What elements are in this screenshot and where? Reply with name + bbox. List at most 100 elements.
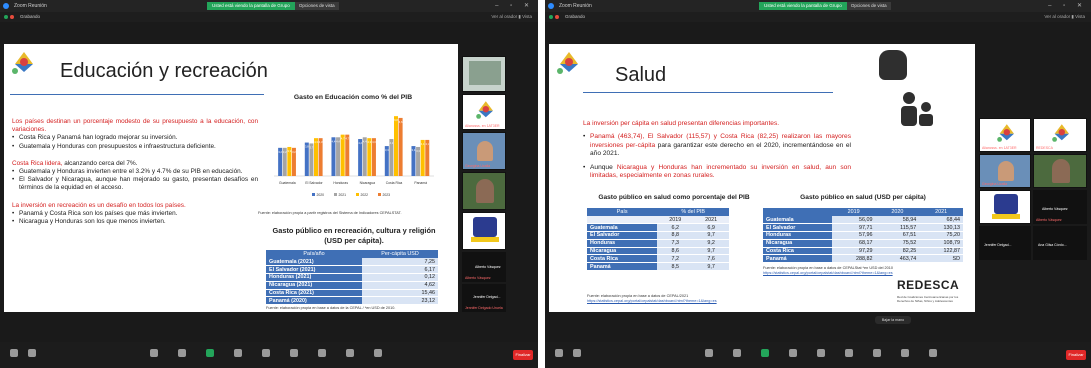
chat-icon[interactable] (178, 349, 186, 357)
participant-tile[interactable]: Alberto Vásquez Alberto Vásquez (1033, 190, 1087, 224)
table2-title: Gasto público en salud (USD per cápita) (800, 194, 926, 201)
more-icon[interactable] (929, 349, 937, 357)
bullet: Guatemala y Honduras con presupuestos e … (12, 143, 258, 151)
microphone-icon[interactable] (10, 349, 18, 357)
participant-tile[interactable]: Jennifer Delgad... (979, 226, 1031, 260)
value-cell: 8,5 (657, 262, 694, 272)
participant-tile-active[interactable] (462, 172, 506, 210)
data-label: 3,4 (385, 148, 389, 152)
lead-2: Costa Rica lidera, alcanzando cerca del … (12, 160, 258, 168)
participant-tile[interactable]: Aliancsss. en 1AT3ER (462, 94, 506, 130)
value-cell: 97,29 (831, 247, 876, 256)
value-cell: 15,46 (362, 289, 438, 298)
data-label: 4,7 (341, 137, 345, 141)
participant-tile[interactable]: Alberto Vásquez Alberto Vásquez (462, 252, 506, 282)
slide-text: La inversión per cápita en salud present… (583, 120, 851, 180)
person-video (998, 161, 1014, 181)
table-row: El Salvador (2021) 6,17 (266, 265, 438, 275)
participant-tile[interactable] (979, 190, 1031, 224)
more-icon[interactable] (374, 349, 382, 357)
category-label: Costa Rica (386, 181, 403, 185)
data-label: 4,3 (368, 140, 372, 144)
organization-logo-icon (997, 124, 1015, 142)
zoom-icon (548, 3, 554, 9)
video-icon[interactable] (28, 349, 36, 357)
bullet-lead: Aunque (590, 163, 617, 171)
country-cell: Costa Rica (763, 247, 832, 256)
kite-logo-icon (557, 52, 579, 74)
microphone-icon[interactable] (555, 349, 563, 357)
notes-icon[interactable] (901, 349, 909, 357)
participant-tile[interactable]: Georgina Ucalla (979, 154, 1031, 188)
view-options-button[interactable]: Opciones de vista (846, 2, 891, 10)
view-switch[interactable]: Ver al orador ▮ Vista (491, 12, 532, 22)
value-cell: 7,2 (657, 254, 694, 264)
table2-link[interactable]: https://statistics.cepal.org/portal/cepa… (763, 271, 893, 275)
end-meeting-button[interactable]: Finalizar (513, 350, 533, 360)
share-screen-icon[interactable] (761, 349, 769, 357)
intro-text: Los países destinan un porcentaje modest… (12, 118, 258, 134)
lower-hand-button[interactable]: Bajar la mano (875, 316, 911, 324)
whiteboard-icon[interactable] (318, 349, 326, 357)
apps-icon[interactable] (290, 349, 298, 357)
data-label: 6,8 (394, 118, 398, 122)
end-meeting-button[interactable]: Finalizar (1066, 350, 1086, 360)
record-icon[interactable] (789, 349, 797, 357)
participant-tile[interactable]: Ana Gilsa Córdo... (1033, 226, 1087, 260)
data-label: 3,2 (278, 150, 282, 154)
table-row: Nicaragua 68,17 75,52 108,79 (763, 239, 963, 248)
table1-source: Fuente: elaboración propia en base a dat… (587, 294, 689, 298)
value-cell: 82,25 (875, 247, 920, 256)
doctor-child-icon (901, 92, 935, 128)
value-cell: 108,79 (919, 239, 963, 248)
participant-tile[interactable] (462, 56, 506, 92)
notes-icon[interactable] (346, 349, 354, 357)
value-cell: 75,52 (875, 239, 920, 248)
participants-icon[interactable] (150, 349, 158, 357)
participant-tile[interactable] (462, 212, 506, 250)
table1-link[interactable]: https://statistics.cepal.org/portal/cepa… (587, 299, 717, 303)
view-options-button[interactable]: Opciones de vista (294, 2, 339, 10)
window-controls[interactable]: – ▫ ✕ (495, 0, 534, 12)
reactions-icon[interactable] (817, 349, 825, 357)
reactions-icon[interactable] (262, 349, 270, 357)
health-usd-table: 2019 2020 2021 Guatemala 56,09 58,94 68,44 E… (763, 208, 963, 264)
intro-text: La inversión per cápita en salud present… (583, 120, 780, 127)
participant-tile[interactable]: REDESCA (1033, 118, 1087, 152)
person-video (476, 179, 494, 203)
redesca-subtitle: Red de Coaliciones Centroamericanas por … (897, 295, 959, 303)
value-cell: 56,09 (831, 216, 876, 225)
kite-logo-icon (12, 52, 34, 74)
participant-label: Alberto Vásquez (465, 276, 491, 280)
record-icon[interactable] (234, 349, 242, 357)
video-icon[interactable] (573, 349, 581, 357)
country-cell: Nicaragua (587, 247, 658, 256)
window-controls[interactable]: – ▫ ✕ (1048, 0, 1087, 12)
participant-tile[interactable]: Aliancsss. en 1AT3ER (979, 118, 1031, 152)
security-icon[interactable] (549, 15, 553, 19)
category-label: Guatemala (279, 181, 296, 185)
table-row: Nicaragua (2021) 4,62 (266, 281, 438, 290)
table-row: Honduras (2021) 0,12 (266, 273, 438, 282)
share-screen-icon[interactable] (206, 349, 214, 357)
participant-tile[interactable]: Jennifer Delgad... Jennifer Delgado Urue… (462, 284, 506, 312)
blank-cell (587, 216, 658, 225)
table-source: Fuente: elaboración propia en base a dat… (266, 306, 396, 310)
apps-icon[interactable] (845, 349, 853, 357)
whiteboard-icon[interactable] (873, 349, 881, 357)
participant-tile[interactable] (1033, 154, 1087, 188)
legend-swatch (378, 193, 381, 196)
bullet-red: Nicaragua y Honduras han incrementado su… (590, 163, 851, 180)
security-icon[interactable] (4, 15, 8, 19)
chat-icon[interactable] (733, 349, 741, 357)
participants-icon[interactable] (705, 349, 713, 357)
app-title: Zoom Reunión (559, 3, 592, 9)
year-header: 2020 (875, 208, 920, 216)
organization-logo-icon (476, 101, 494, 119)
participant-name: Ana Gilsa Córdo... (1038, 243, 1067, 247)
view-switch[interactable]: Ver al orador ▮ Vista (1044, 12, 1085, 22)
participant-name: Aliancsss. en 1AT3ER (982, 146, 1017, 150)
country-cell: El Salvador (763, 223, 832, 233)
participant-tile[interactable]: Georgina Ucalla (462, 132, 506, 170)
value-cell: 6,9 (693, 223, 729, 233)
